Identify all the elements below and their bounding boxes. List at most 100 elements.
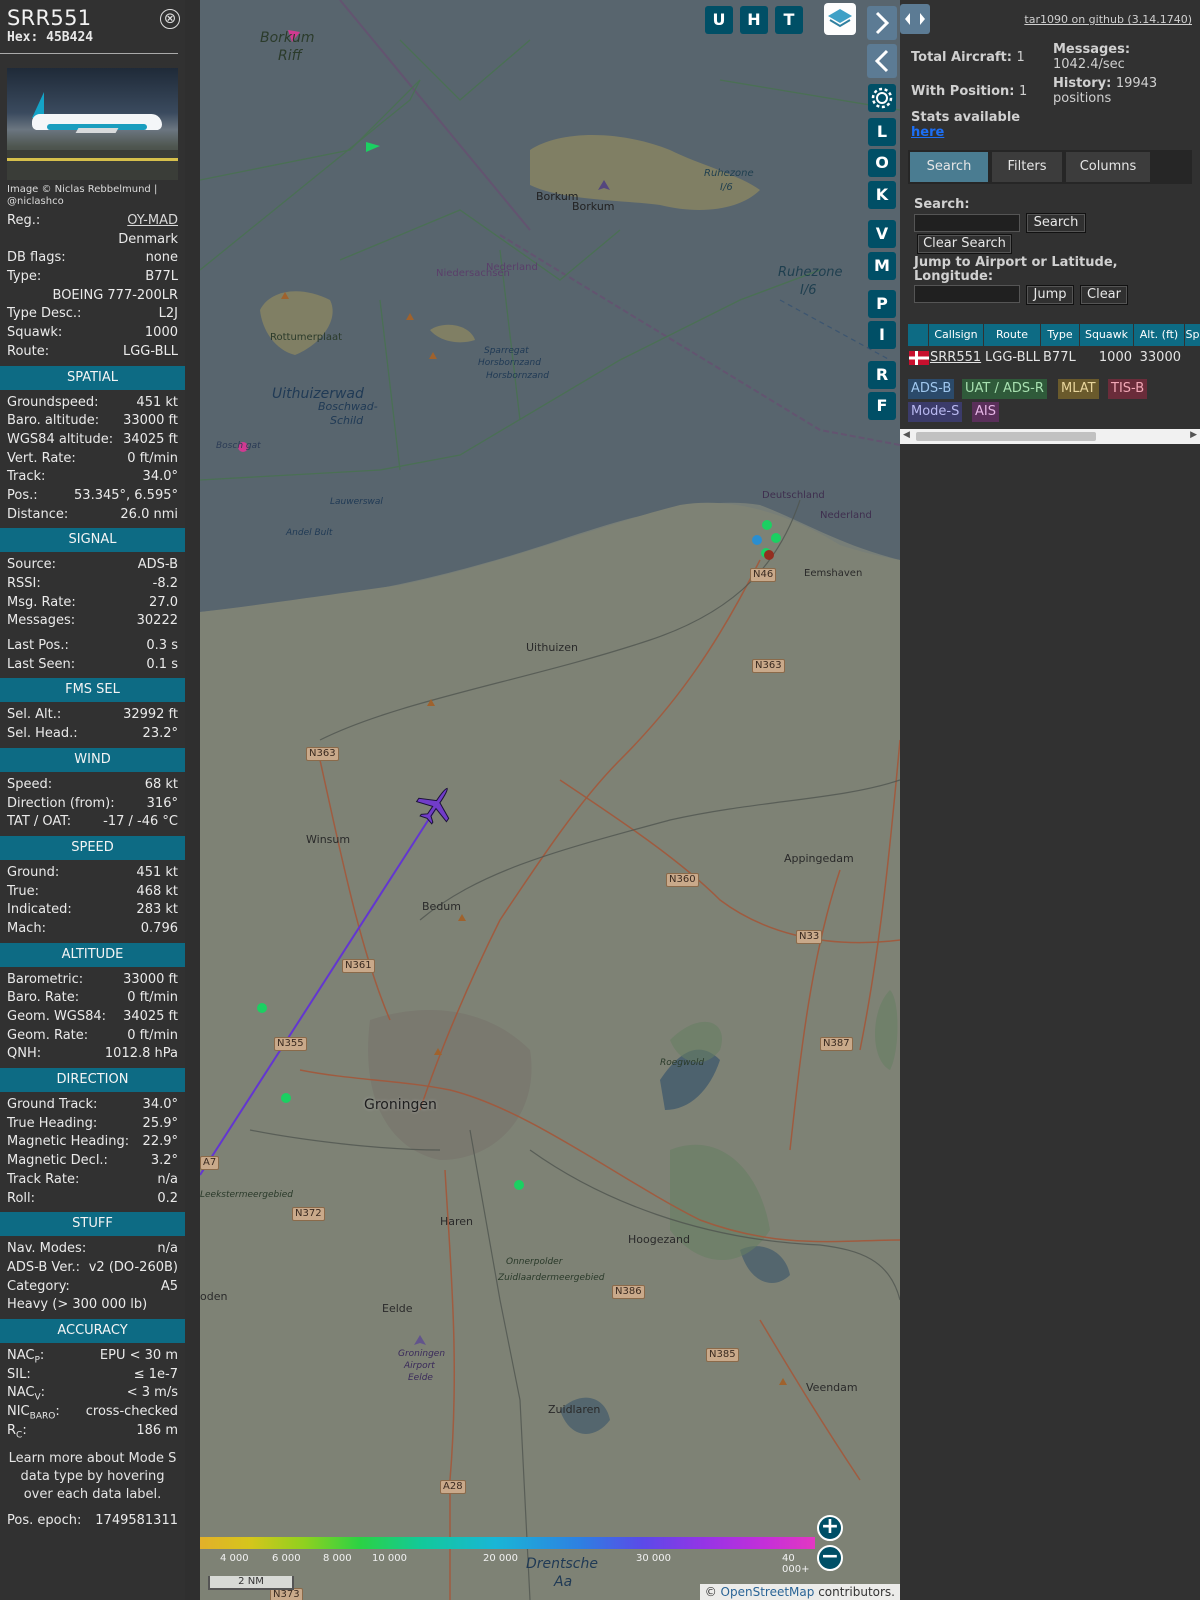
info-row-label: Ground Track: bbox=[7, 1097, 98, 1113]
info-row: Denmark bbox=[0, 231, 185, 250]
hex-line: Hex: 45B424 bbox=[7, 30, 171, 45]
map-label: Ruhezone bbox=[778, 265, 843, 280]
info-row-label: Track: bbox=[7, 469, 46, 485]
map-label: Aa bbox=[554, 1574, 573, 1590]
col-type[interactable]: Type bbox=[1041, 324, 1079, 346]
alt-label-6000: 6 000 bbox=[272, 1553, 301, 1564]
col-squawk[interactable]: Squawk bbox=[1080, 324, 1133, 346]
info-row-label: NACP: bbox=[7, 1347, 45, 1366]
info-row-value: v2 (DO-260B) bbox=[88, 1259, 178, 1275]
history-stat: History: 19943 positions bbox=[1053, 76, 1157, 106]
tab-filters[interactable]: Filters bbox=[992, 152, 1062, 182]
collapse-sidebar-icon[interactable] bbox=[867, 44, 897, 78]
section-speed: SPEED bbox=[0, 835, 185, 860]
info-row: Nav. Modes: n/a bbox=[0, 1240, 185, 1259]
button-p[interactable]: P bbox=[868, 290, 896, 318]
info-row-label: Geom. Rate: bbox=[7, 1027, 89, 1043]
zoom-in-button[interactable]: + bbox=[817, 1515, 843, 1541]
scroll-right-icon[interactable]: ▶ bbox=[1190, 430, 1197, 440]
clear-button[interactable]: Clear bbox=[1080, 285, 1128, 305]
info-row-value: none bbox=[145, 250, 178, 266]
road-label: N361 bbox=[342, 959, 375, 973]
info-row-value: 23.2° bbox=[142, 726, 178, 742]
gear-icon[interactable] bbox=[868, 84, 896, 112]
col-route[interactable]: Route bbox=[984, 324, 1040, 346]
button-k[interactable]: K bbox=[868, 181, 896, 209]
tab-search[interactable]: Search bbox=[910, 152, 988, 182]
toggle-sidebar-button[interactable] bbox=[900, 4, 930, 34]
info-row-value: < 3 m/s bbox=[126, 1385, 178, 1401]
jump-input[interactable] bbox=[914, 285, 1020, 303]
info-row-value: 451 kt bbox=[136, 864, 178, 880]
info-row-label: Route: bbox=[7, 343, 50, 359]
row-callsign[interactable]: SRR551 bbox=[930, 347, 981, 369]
map-label: Eelde bbox=[382, 1302, 413, 1315]
button-u[interactable]: U bbox=[705, 6, 733, 34]
alt-label-10000: 10 000 bbox=[372, 1553, 407, 1564]
stats-here-link[interactable]: here bbox=[911, 125, 944, 140]
info-row-value[interactable]: OY-MAD bbox=[127, 212, 178, 231]
total-aircraft: Total Aircraft: 1 bbox=[911, 50, 1025, 65]
github-link[interactable]: tar1090 on github (3.14.1740) bbox=[1024, 13, 1192, 26]
info-row: BOEING 777-200LR bbox=[0, 287, 185, 306]
info-row-label: Barometric: bbox=[7, 971, 84, 987]
map-label: Lauwerswal bbox=[330, 497, 383, 507]
button-f[interactable]: F bbox=[868, 392, 896, 420]
zoom-out-button[interactable]: − bbox=[817, 1545, 843, 1571]
aircraft-photo[interactable] bbox=[7, 68, 178, 180]
map-label: Leekstermeergebied bbox=[200, 1190, 294, 1200]
info-row-label: NACV: bbox=[7, 1385, 46, 1403]
row-route: LGG-BLL bbox=[985, 350, 1041, 365]
info-row-label: Distance: bbox=[7, 506, 69, 522]
expand-sidebar-icon[interactable] bbox=[867, 6, 897, 40]
info-row-value: -17 / -46 °C bbox=[103, 814, 178, 830]
close-icon[interactable]: ⊗ bbox=[160, 9, 180, 29]
info-row-value: 30222 bbox=[136, 613, 178, 629]
tab-columns[interactable]: Columns bbox=[1066, 152, 1150, 182]
button-i[interactable]: I bbox=[868, 321, 896, 349]
map-view[interactable]: Borkum Riff Borkum Borkum Ruhezone I/6 Ruhezon… bbox=[200, 0, 900, 1600]
map-canvas[interactable] bbox=[200, 0, 900, 1600]
button-o[interactable]: O bbox=[868, 149, 896, 177]
scrollbar-thumb[interactable] bbox=[916, 432, 1096, 441]
button-m[interactable]: M bbox=[868, 252, 896, 280]
map-label: Boschwad- bbox=[318, 400, 378, 413]
clear-search-button[interactable]: Clear Search bbox=[917, 234, 1012, 254]
button-t[interactable]: T bbox=[775, 6, 803, 34]
jump-button[interactable]: Jump bbox=[1026, 285, 1074, 305]
map-label: Andel Bult bbox=[286, 528, 333, 538]
scroll-left-icon[interactable]: ◀ bbox=[903, 430, 910, 440]
info-row: Baro. Rate: 0 ft/min bbox=[0, 989, 185, 1008]
info-row-value: 468 kt bbox=[136, 883, 178, 899]
col-altitude[interactable]: Alt. (ft) bbox=[1134, 324, 1184, 346]
button-h[interactable]: H bbox=[740, 6, 768, 34]
attrib-prefix: © bbox=[704, 1585, 721, 1599]
info-row-value: 0.1 s bbox=[146, 656, 178, 672]
info-row-label: Sel. Alt.: bbox=[7, 707, 62, 723]
table-horizontal-scrollbar[interactable]: ◀ ▶ bbox=[900, 429, 1200, 444]
photo-credit[interactable]: Image © Niclas Rebbelmund | @niclashco bbox=[7, 184, 177, 208]
info-row-label: Indicated: bbox=[7, 902, 72, 918]
layers-icon[interactable] bbox=[824, 3, 856, 35]
info-row-label: NICBARO: bbox=[7, 1404, 60, 1422]
info-row-label: Sel. Head.: bbox=[7, 726, 78, 742]
info-row-value: A5 bbox=[160, 1278, 178, 1294]
button-l[interactable]: L bbox=[868, 118, 896, 146]
map-label: Zuidlaren bbox=[548, 1403, 601, 1416]
info-row-label: Last Seen: bbox=[7, 656, 76, 672]
col-speed[interactable]: Sp bbox=[1185, 324, 1200, 346]
info-row-label: SIL: bbox=[7, 1366, 31, 1382]
section-accuracy: ACCURACY bbox=[0, 1318, 185, 1343]
button-r[interactable]: R bbox=[868, 361, 896, 389]
pos-epoch-row: Pos. epoch: 1749581311 bbox=[0, 1512, 185, 1531]
search-input[interactable] bbox=[914, 214, 1020, 232]
osm-link[interactable]: OpenStreetMap bbox=[721, 1585, 815, 1599]
info-row: Barometric: 33000 ft bbox=[0, 971, 185, 990]
search-button[interactable]: Search bbox=[1026, 213, 1086, 233]
section-direction: DIRECTION bbox=[0, 1068, 185, 1093]
info-row: NACV: < 3 m/s bbox=[0, 1384, 185, 1403]
col-callsign[interactable]: Callsign bbox=[929, 324, 983, 346]
button-v[interactable]: V bbox=[868, 220, 896, 248]
map-label: Groningen bbox=[364, 1097, 437, 1113]
info-row-label: Type: bbox=[7, 269, 42, 285]
